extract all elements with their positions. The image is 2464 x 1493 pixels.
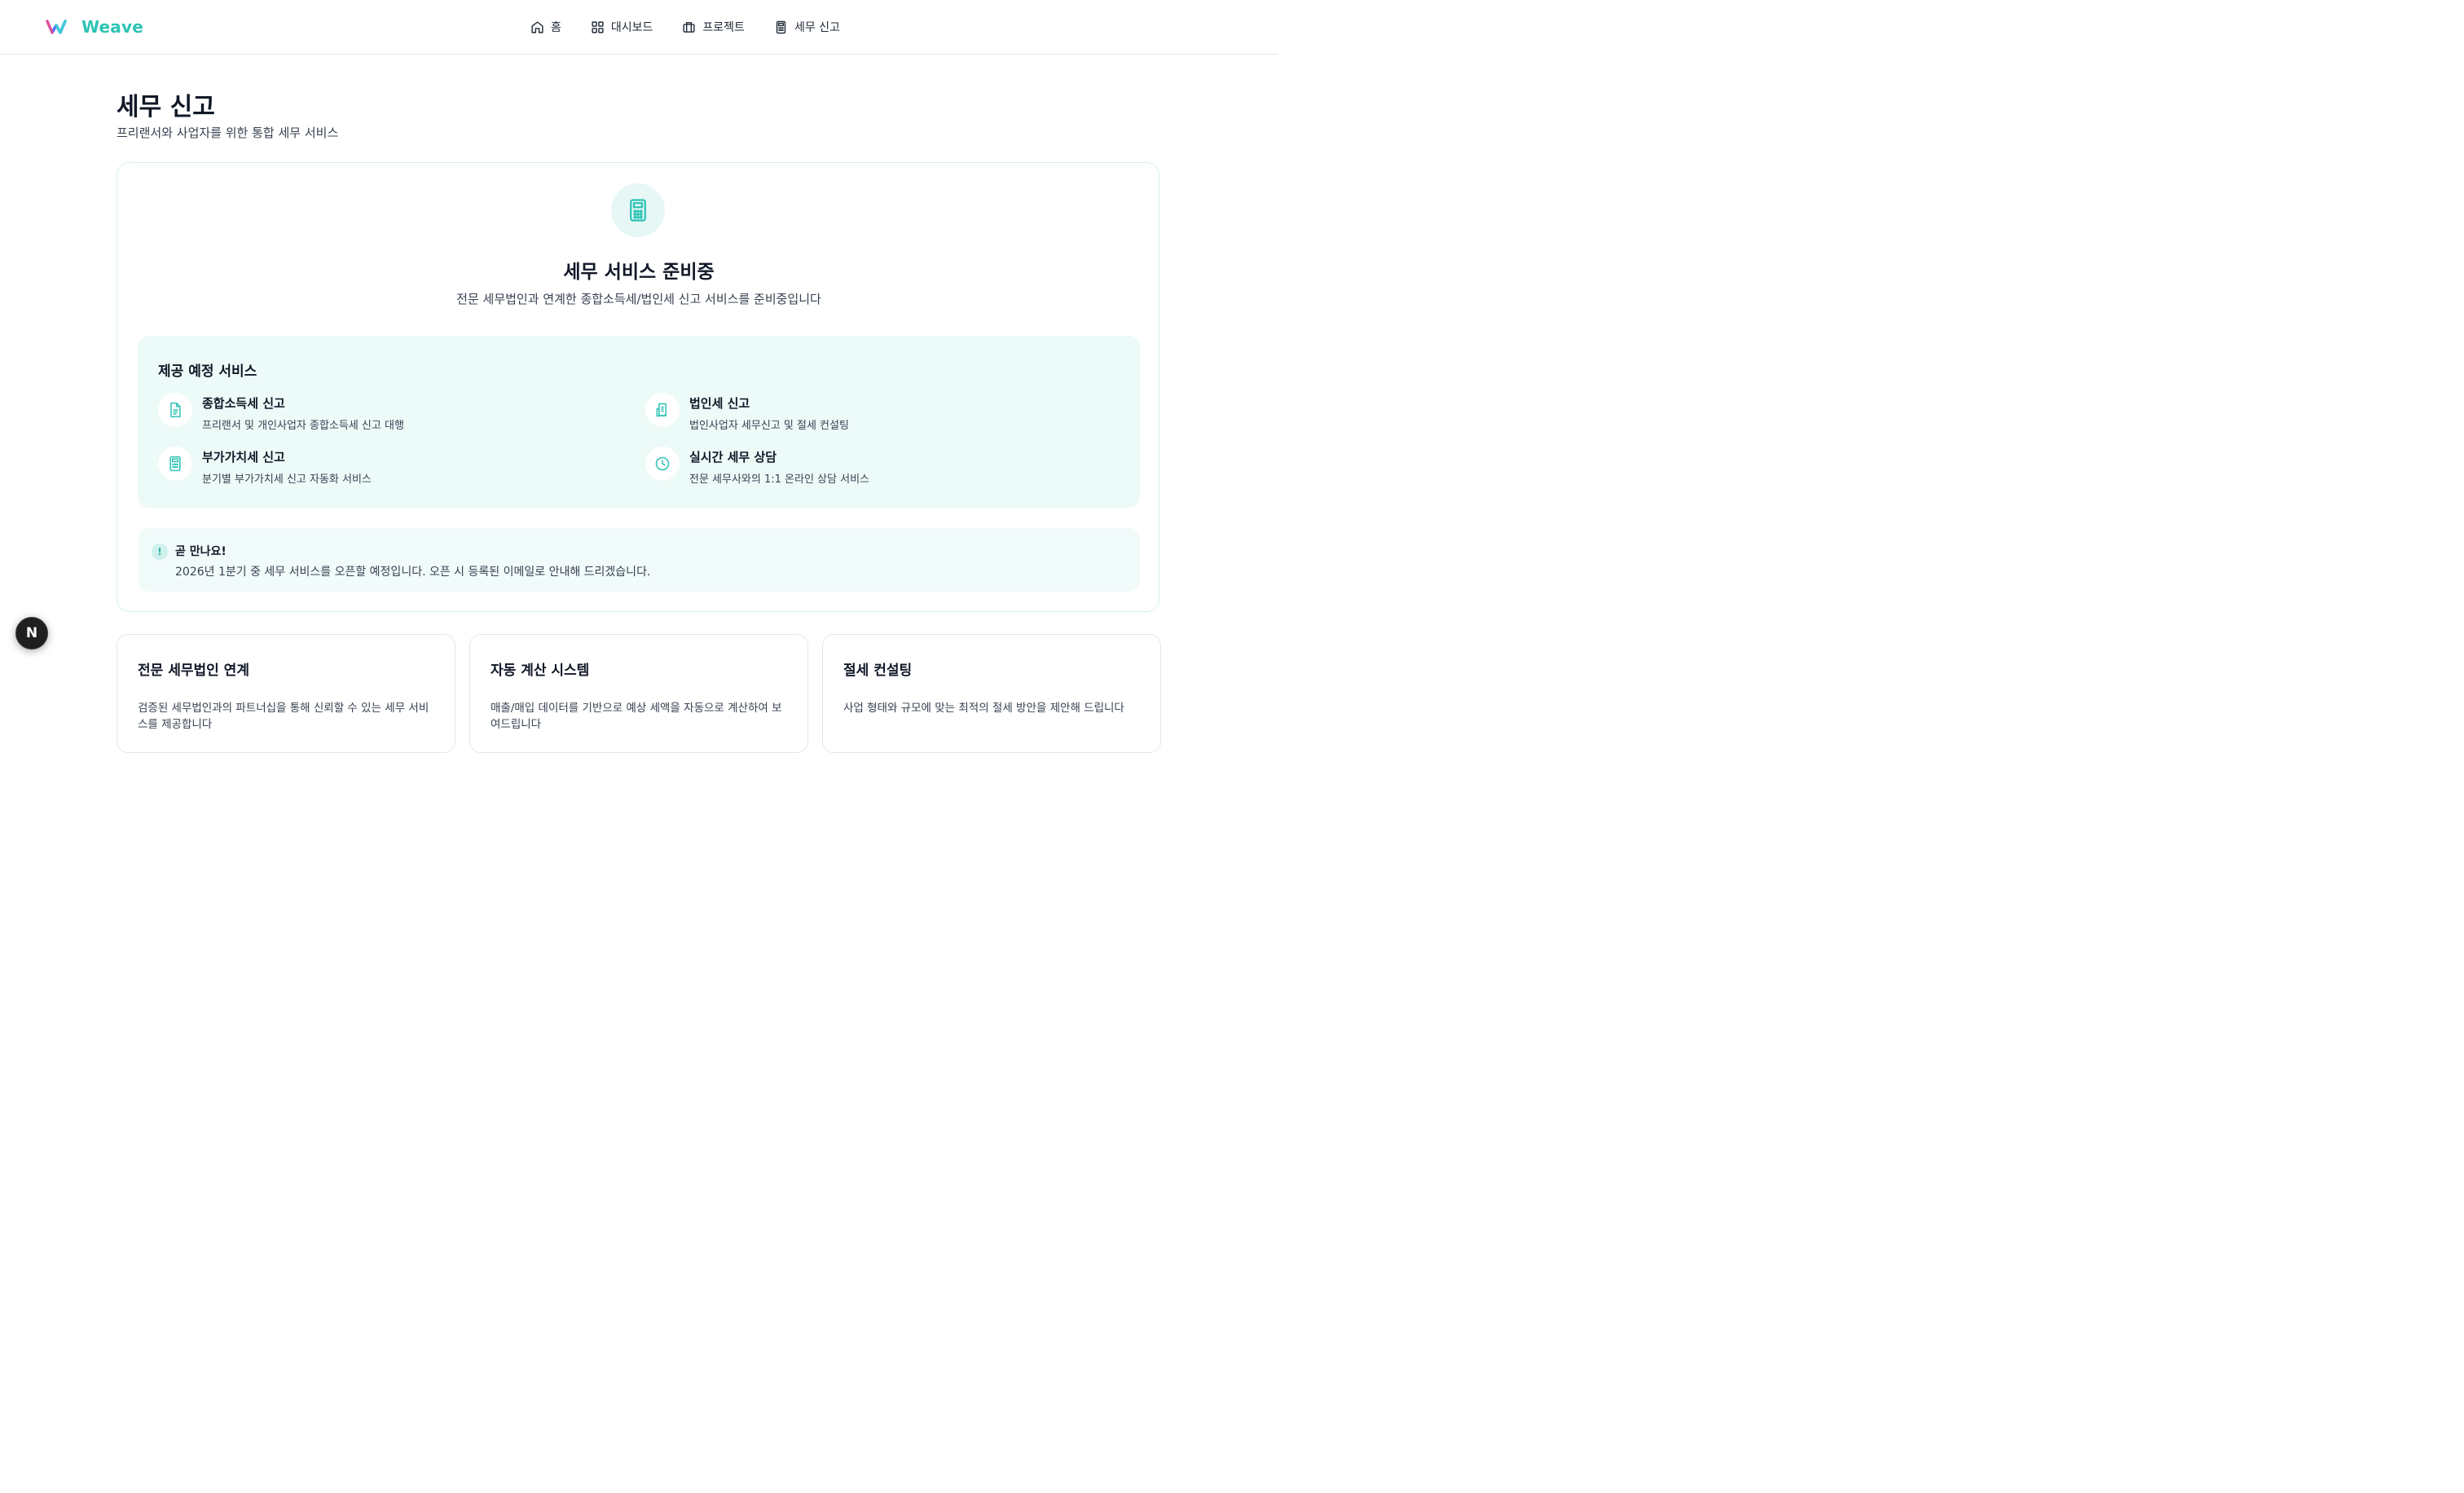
clock-icon bbox=[655, 456, 670, 471]
service-title: 부가가치세 신고 bbox=[202, 450, 285, 465]
service-icon-badge bbox=[158, 447, 192, 481]
service-icon-badge bbox=[645, 447, 680, 481]
feature-desc: 매출/매입 데이터를 기반으로 예상 세액을 자동으로 계산하여 보여드립니다 bbox=[491, 702, 782, 731]
service-desc: 전문 세무사와의 1:1 온라인 상담 서비스 bbox=[689, 473, 869, 486]
nav-label-home: 홈 bbox=[551, 21, 561, 34]
nav-item-tax[interactable]: 세무 신고 bbox=[774, 19, 840, 35]
receipt-icon bbox=[656, 403, 667, 417]
logo[interactable]: Weave bbox=[46, 16, 143, 37]
feature-desc: 검증된 세무법인과의 파트너십을 통해 신뢰할 수 있는 세무 서비스를 제공합… bbox=[138, 702, 429, 731]
calculator-icon bbox=[776, 20, 786, 33]
feature-title: 자동 계산 시스템 bbox=[491, 663, 590, 679]
service-item-corporate-tax: 법인세 신고 법인사업자 세무신고 및 절세 컨설팅 bbox=[645, 393, 1102, 434]
notice-title: 곧 만나요! bbox=[175, 545, 227, 558]
feature-card-partner: 전문 세무법인 연계 검증된 세무법인과의 파트너십을 통해 신뢰할 수 있는 … bbox=[117, 634, 455, 753]
feature-desc: 사업 형태와 규모에 맞는 최적의 절세 방안을 제안해 드립니다 bbox=[843, 702, 1124, 715]
service-title: 법인세 신고 bbox=[689, 396, 750, 411]
nav-item-home[interactable]: 홈 bbox=[530, 19, 561, 35]
service-item-vat: 부가가치세 신고 분기별 부가가치세 신고 자동화 서비스 bbox=[158, 447, 614, 487]
launch-notice: ! 곧 만나요! 2026년 1분기 중 세무 서비스를 오픈할 예정입니다. … bbox=[138, 528, 1140, 592]
alert-icon: ! bbox=[152, 544, 168, 560]
main-nav: 홈 대시보드 프로젝트 세무 신고 bbox=[530, 0, 869, 54]
upcoming-services-panel: 제공 예정 서비스 종합소득세 신고 프리랜서 및 개인사업자 종합소득세 신고… bbox=[138, 336, 1140, 508]
hero-title: 세무 서비스 준비중 bbox=[563, 262, 715, 283]
feature-card-consulting: 절세 컨설팅 사업 형태와 규모에 맞는 최적의 절세 방안을 제안해 드립니다 bbox=[822, 634, 1161, 753]
nav-label-projects: 프로젝트 bbox=[702, 21, 745, 34]
top-navigation-bar: Weave 홈 대시보드 프로젝트 세무 신고 bbox=[0, 0, 1278, 55]
file-text-icon bbox=[170, 402, 181, 418]
feature-card-auto-calc: 자동 계산 시스템 매출/매입 데이터를 기반으로 예상 세액을 자동으로 계산… bbox=[469, 634, 808, 753]
briefcase-icon bbox=[683, 21, 696, 33]
nav-label-tax: 세무 신고 bbox=[794, 21, 840, 34]
dev-tools-button[interactable]: N bbox=[15, 617, 48, 650]
calculator-icon bbox=[169, 456, 181, 472]
weave-logo-icon bbox=[46, 20, 67, 34]
service-desc: 분기별 부가가치세 신고 자동화 서비스 bbox=[202, 473, 372, 486]
notice-text: 2026년 1분기 중 세무 서비스를 오픈할 예정입니다. 오픈 시 등록된 … bbox=[175, 566, 651, 579]
service-title: 실시간 세무 상담 bbox=[689, 450, 777, 465]
hero-subtitle: 전문 세무법인과 연계한 종합소득세/법인세 신고 서비스를 준비중입니다 bbox=[456, 292, 821, 306]
nav-item-projects[interactable]: 프로젝트 bbox=[682, 19, 745, 35]
feature-title: 절세 컨설팅 bbox=[843, 663, 913, 679]
service-icon-badge bbox=[158, 393, 192, 427]
logo-text: Weave bbox=[81, 17, 144, 37]
coming-soon-card: 세무 서비스 준비중 전문 세무법인과 연계한 종합소득세/법인세 신고 서비스… bbox=[117, 162, 1159, 612]
home-icon bbox=[531, 20, 543, 33]
nav-label-dashboard: 대시보드 bbox=[610, 21, 653, 34]
service-desc: 프리랜서 및 개인사업자 종합소득세 신고 대행 bbox=[202, 420, 404, 432]
nav-item-dashboard[interactable]: 대시보드 bbox=[591, 19, 653, 35]
calculator-icon bbox=[630, 199, 646, 222]
service-icon-badge bbox=[645, 393, 680, 427]
feature-title: 전문 세무법인 연계 bbox=[138, 663, 249, 679]
page-subtitle: 프리랜서와 사업자를 위한 통합 세무 서비스 bbox=[117, 126, 339, 140]
service-item-income-tax: 종합소득세 신고 프리랜서 및 개인사업자 종합소득세 신고 대행 bbox=[158, 393, 614, 434]
service-item-consultation: 실시간 세무 상담 전문 세무사와의 1:1 온라인 상담 서비스 bbox=[645, 447, 1102, 487]
page-title: 세무 신고 bbox=[117, 93, 215, 121]
hero-icon-badge bbox=[611, 183, 665, 237]
service-desc: 법인사업자 세무신고 및 절세 컨설팅 bbox=[689, 420, 849, 432]
services-title: 제공 예정 서비스 bbox=[158, 363, 257, 380]
service-title: 종합소득세 신고 bbox=[202, 396, 285, 411]
dashboard-icon bbox=[592, 20, 604, 33]
